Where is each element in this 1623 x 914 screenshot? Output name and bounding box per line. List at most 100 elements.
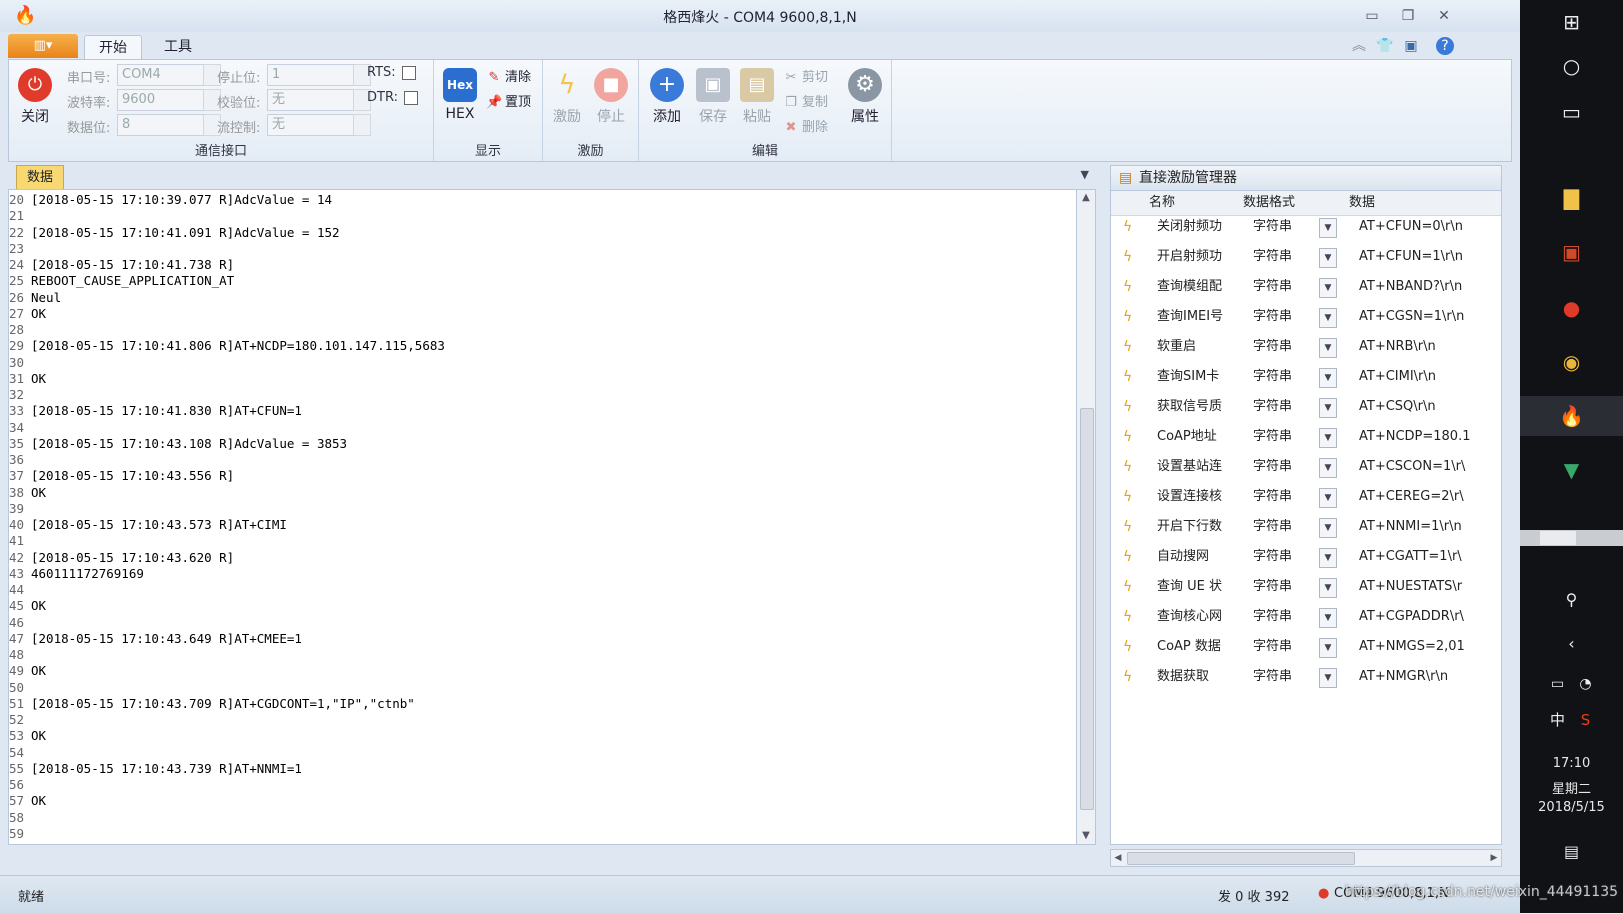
cortana-icon[interactable]: ○ <box>1520 46 1623 86</box>
lightning-icon[interactable]: ϟ <box>1123 662 1132 692</box>
format-dropdown-button[interactable]: ▼ <box>1319 518 1337 538</box>
clock-date[interactable]: 2018/5/15 <box>1520 800 1623 815</box>
lightning-icon[interactable]: ϟ <box>1123 572 1132 602</box>
flow-field[interactable]: 流控制: 无 <box>217 114 377 136</box>
flame-app-icon[interactable]: 🔥 <box>1520 396 1623 436</box>
people-icon[interactable]: ⚲ <box>1520 580 1623 620</box>
close-window-button[interactable]: ✕ <box>1432 6 1456 26</box>
format-dropdown-button[interactable]: ▼ <box>1319 278 1337 298</box>
taskbar-scroll-thumb[interactable] <box>1540 531 1576 545</box>
taskbar-scrollbar[interactable] <box>1520 530 1623 546</box>
file-explorer-icon[interactable]: ▇ <box>1520 178 1623 218</box>
lightning-icon[interactable]: ϟ <box>1123 542 1132 572</box>
flow-dropdown[interactable] <box>353 114 371 136</box>
clock-weekday[interactable]: 星期二 <box>1520 778 1623 797</box>
lightning-icon[interactable]: ϟ <box>1123 422 1132 452</box>
format-dropdown-button[interactable]: ▼ <box>1319 578 1337 598</box>
lightning-icon[interactable]: ϟ <box>1123 332 1132 362</box>
stopbits-value[interactable]: 1 <box>267 64 357 86</box>
lightning-icon[interactable]: ϟ <box>1123 392 1132 422</box>
format-dropdown-button[interactable]: ▼ <box>1319 308 1337 328</box>
flow-value[interactable]: 无 <box>267 114 357 136</box>
table-row[interactable]: ϟ 自动搜网 字符串 ▼ AT+CGATT=1\r\ <box>1111 542 1501 572</box>
restore-button[interactable]: ❐ <box>1396 6 1420 26</box>
collapse-ribbon-icon[interactable]: ︽ <box>1350 37 1368 55</box>
format-dropdown-button[interactable]: ▼ <box>1319 338 1337 358</box>
app-menu-button[interactable]: ▥▾ <box>8 34 78 58</box>
panel-dropdown-icon[interactable]: ▼ <box>1081 168 1089 181</box>
port-field[interactable]: 串口号: COM4 <box>67 64 227 86</box>
stimulate-button[interactable]: ϟ 激励 <box>545 68 589 126</box>
powerpoint-icon[interactable]: ▣ <box>1520 232 1623 272</box>
table-row[interactable]: ϟ CoAP地址 字符串 ▼ AT+NCDP=180.1 <box>1111 422 1501 452</box>
delete-button[interactable]: ✖ 删除 <box>783 116 828 135</box>
format-dropdown-button[interactable]: ▼ <box>1319 638 1337 658</box>
format-dropdown-button[interactable]: ▼ <box>1319 368 1337 388</box>
rts-checkbox[interactable] <box>401 65 416 80</box>
sogou-icon[interactable]: S <box>1534 700 1623 740</box>
lightning-icon[interactable]: ϟ <box>1123 212 1132 242</box>
add-button[interactable]: + 添加 <box>645 68 689 126</box>
feedback-icon[interactable]: ▣ <box>1402 37 1420 55</box>
lightning-icon[interactable]: ϟ <box>1123 362 1132 392</box>
parity-value[interactable]: 无 <box>267 89 357 111</box>
lightning-icon[interactable]: ϟ <box>1123 512 1132 542</box>
tab-tools[interactable]: 工具 <box>150 35 206 60</box>
lightning-icon[interactable]: ϟ <box>1123 302 1132 332</box>
table-row[interactable]: ϟ CoAP 数据 字符串 ▼ AT+NMGS=2,01 <box>1111 632 1501 662</box>
lightning-icon[interactable]: ϟ <box>1123 482 1132 512</box>
table-row[interactable]: ϟ 查询SIM卡 字符串 ▼ AT+CIMI\r\n <box>1111 362 1501 392</box>
port-value[interactable]: COM4 <box>117 64 207 86</box>
skin-icon[interactable]: 👕 <box>1376 37 1394 55</box>
table-row[interactable]: ϟ 查询核心网 字符串 ▼ AT+CGPADDR\r\ <box>1111 602 1501 632</box>
table-row[interactable]: ϟ 开启射频功 字符串 ▼ AT+CFUN=1\r\n <box>1111 242 1501 272</box>
table-row[interactable]: ϟ 查询IMEI号 字符串 ▼ AT+CGSN=1\r\n <box>1111 302 1501 332</box>
databits-value[interactable]: 8 <box>117 114 207 136</box>
data-tab[interactable]: 数据 <box>16 165 65 190</box>
manager-scroll-thumb[interactable] <box>1127 852 1355 865</box>
chrome-icon[interactable]: ◉ <box>1520 342 1623 382</box>
format-dropdown-button[interactable]: ▼ <box>1319 548 1337 568</box>
table-row[interactable]: ϟ 获取信号质 字符串 ▼ AT+CSQ\r\n <box>1111 392 1501 422</box>
data-log[interactable]: 20 [2018-05-15 17:10:39.077 R]AdcValue = … <box>8 189 1078 845</box>
manager-horizontal-scrollbar[interactable]: ◀ ▶ <box>1110 849 1502 867</box>
table-row[interactable]: ϟ 软重启 字符串 ▼ AT+NRB\r\n <box>1111 332 1501 362</box>
databits-field[interactable]: 数据位: 8 <box>67 114 227 136</box>
table-row[interactable]: ϟ 查询 UE 状 字符串 ▼ AT+NUESTATS\r <box>1111 572 1501 602</box>
save-button[interactable]: ▣ 保存 <box>691 68 735 126</box>
lightning-icon[interactable]: ϟ <box>1123 242 1132 272</box>
lightning-icon[interactable]: ϟ <box>1123 452 1132 482</box>
lightning-icon[interactable]: ϟ <box>1123 272 1132 302</box>
format-dropdown-button[interactable]: ▼ <box>1319 458 1337 478</box>
scroll-down-icon[interactable]: ▼ <box>1077 828 1095 844</box>
format-dropdown-button[interactable]: ▼ <box>1319 488 1337 508</box>
dtr-checkbox[interactable] <box>403 90 418 105</box>
copy-button[interactable]: ❐ 复制 <box>783 91 828 110</box>
table-row[interactable]: ϟ 关闭射频功 字符串 ▼ AT+CFUN=0\r\n <box>1111 212 1501 242</box>
baud-field[interactable]: 波特率: 9600 <box>67 89 227 111</box>
hex-button[interactable]: Hex HEX <box>438 68 482 122</box>
format-dropdown-button[interactable]: ▼ <box>1319 668 1337 688</box>
close-port-button[interactable]: ⏻ 关闭 <box>13 68 57 126</box>
log-vertical-scrollbar[interactable]: ▲ ▼ <box>1076 189 1096 845</box>
record-icon[interactable]: ● <box>1520 288 1623 328</box>
table-row[interactable]: ϟ 数据获取 字符串 ▼ AT+NMGR\r\n <box>1111 662 1501 692</box>
windows-start-icon[interactable]: ⊞ <box>1520 2 1623 42</box>
notification-icon[interactable]: ▤ <box>1520 832 1623 872</box>
scroll-right-icon[interactable]: ▶ <box>1487 850 1501 866</box>
paste-button[interactable]: ▤ 粘贴 <box>735 68 779 126</box>
app-v-icon[interactable]: ▼ <box>1520 450 1623 490</box>
tab-start[interactable]: 开始 <box>84 35 142 61</box>
stop-button[interactable]: ■ 停止 <box>589 68 633 126</box>
table-row[interactable]: ϟ 开启下行数 字符串 ▼ AT+NNMI=1\r\n <box>1111 512 1501 542</box>
table-row[interactable]: ϟ 设置连接核 字符串 ▼ AT+CEREG=2\r\ <box>1111 482 1501 512</box>
properties-button[interactable]: ⚙ 属性 <box>843 68 887 126</box>
pin-top-button[interactable]: 📌 置顶 <box>486 91 531 110</box>
task-view-icon[interactable]: ▭ <box>1520 92 1623 132</box>
lightning-icon[interactable]: ϟ <box>1123 632 1132 662</box>
stopbits-field[interactable]: 停止位: 1 <box>217 64 377 86</box>
lightning-icon[interactable]: ϟ <box>1123 602 1132 632</box>
clear-button[interactable]: ✎ 清除 <box>486 66 531 85</box>
format-dropdown-button[interactable]: ▼ <box>1319 398 1337 418</box>
clock-time[interactable]: 17:10 <box>1520 756 1623 771</box>
